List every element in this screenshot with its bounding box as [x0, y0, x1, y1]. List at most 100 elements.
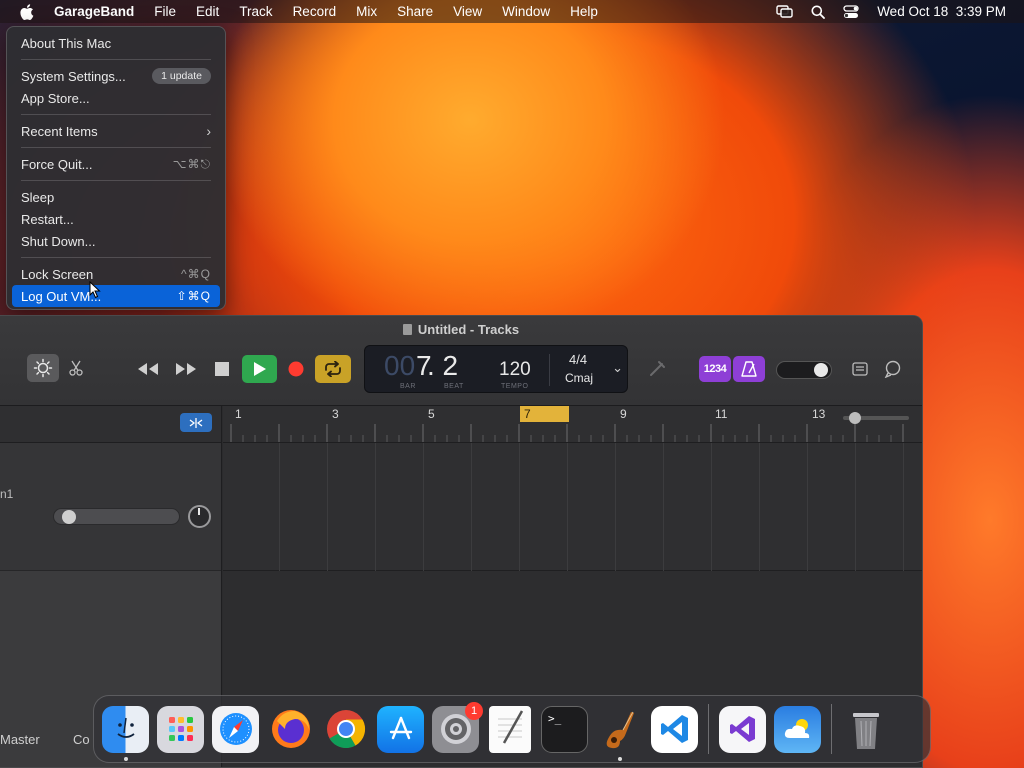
play-button[interactable]	[242, 355, 277, 383]
dock-weather-icon[interactable]	[774, 705, 821, 753]
track-header-toolbar	[0, 406, 221, 443]
bar-gridline	[759, 443, 760, 571]
menu-file[interactable]: File	[144, 0, 186, 23]
bar-gridline	[567, 443, 568, 571]
zoom-slider-knob[interactable]	[849, 412, 861, 424]
metronome-button[interactable]	[733, 356, 765, 382]
menu-item-system-settings[interactable]: System Settings... 1 update	[12, 65, 220, 87]
spotlight-search-icon[interactable]	[811, 5, 826, 19]
menu-item-recent-items[interactable]: Recent Items ›	[12, 120, 220, 142]
rewind-button[interactable]	[134, 357, 162, 381]
timeline-ruler[interactable]: 1 3 5 7 9 11 13	[223, 406, 922, 443]
bar-gridline	[279, 443, 280, 571]
menu-record[interactable]: Record	[283, 0, 347, 23]
stop-button[interactable]	[210, 357, 234, 381]
dock-textedit-icon[interactable]	[489, 705, 531, 753]
smart-controls-button[interactable]	[27, 354, 59, 382]
track-volume-slider[interactable]	[53, 508, 180, 525]
menu-item-label: About This Mac	[21, 35, 112, 51]
bar-gridline	[327, 443, 328, 571]
menu-mix[interactable]: Mix	[346, 0, 387, 23]
dock-separator	[708, 704, 709, 754]
menu-separator	[21, 114, 211, 115]
lcd-time-signature: 4/4	[569, 352, 588, 367]
master-volume-knob[interactable]	[814, 363, 828, 377]
screen-mirroring-icon[interactable]	[776, 5, 793, 18]
ruler-mark: 7	[524, 407, 531, 421]
dock-garageband-icon[interactable]	[596, 706, 643, 761]
lcd-bar-label: BAR	[400, 383, 416, 390]
stop-icon	[215, 362, 229, 376]
track-header-row[interactable]: n1	[0, 443, 221, 571]
menu-item-about-this-mac[interactable]: About This Mac	[12, 32, 220, 54]
scissors-button[interactable]	[64, 356, 88, 380]
metronome-icon	[741, 361, 757, 377]
dock-terminal-icon[interactable]: >_	[541, 705, 588, 753]
menu-separator	[21, 59, 211, 60]
dock-visual-studio-icon[interactable]	[719, 705, 766, 753]
menu-item-lock-screen[interactable]: Lock Screen ^⌘Q	[12, 263, 220, 285]
menu-item-label: Recent Items	[21, 123, 98, 139]
menu-item-label: Sleep	[21, 189, 55, 205]
dock-safari-icon[interactable]	[212, 705, 259, 753]
track-volume-knob[interactable]	[62, 510, 76, 524]
bar-gridline	[615, 443, 616, 571]
apple-menu-icon[interactable]	[18, 3, 36, 21]
record-icon	[288, 361, 304, 377]
track-pan-knob[interactable]	[188, 505, 211, 528]
dock-app-store-icon[interactable]	[377, 705, 424, 753]
control-center-icon[interactable]	[843, 4, 859, 19]
count-in-button[interactable]: 1234	[699, 356, 731, 382]
bar-gridline	[855, 443, 856, 571]
dock-trash-icon[interactable]	[842, 706, 889, 753]
ruler-mark: 9	[620, 407, 627, 421]
fast-forward-button[interactable]	[172, 357, 200, 381]
track-lane[interactable]	[223, 443, 922, 571]
master-volume-slider[interactable]	[776, 361, 832, 379]
menu-clock[interactable]: Wed Oct 18 3:39 PM	[877, 4, 1006, 19]
menu-bar: GarageBand File Edit Track Record Mix Sh…	[0, 0, 1024, 23]
note-pad-button[interactable]	[848, 358, 872, 380]
bar-gridline	[807, 443, 808, 571]
menu-view[interactable]: View	[443, 0, 492, 23]
chevron-down-icon[interactable]: ⌄	[612, 360, 623, 376]
menu-item-label: Force Quit...	[21, 156, 93, 172]
scissors-icon	[69, 360, 83, 376]
tab-master[interactable]: Master	[0, 732, 40, 747]
menu-track[interactable]: Track	[229, 0, 282, 23]
loop-browser-button[interactable]	[881, 358, 905, 380]
menu-item-log-out[interactable]: Log Out VM... ⇧⌘Q	[12, 285, 220, 307]
dock-vscode-icon[interactable]	[651, 705, 698, 753]
lcd-bar-leading-zeros: 00	[384, 350, 416, 381]
cycle-button[interactable]	[315, 355, 351, 383]
menu-edit[interactable]: Edit	[186, 0, 229, 23]
menu-app-name[interactable]: GarageBand	[52, 0, 144, 23]
menu-item-app-store[interactable]: App Store...	[12, 87, 220, 109]
catch-playhead-button[interactable]	[180, 413, 212, 432]
tab-controls-partial[interactable]: Co	[73, 732, 90, 747]
menu-item-label: Shut Down...	[21, 233, 96, 249]
record-button[interactable]	[283, 357, 309, 381]
menu-item-sleep[interactable]: Sleep	[12, 186, 220, 208]
dock-chrome-icon[interactable]	[322, 706, 369, 753]
menu-item-label: Lock Screen	[21, 266, 94, 282]
running-indicator	[617, 756, 622, 761]
menu-window[interactable]: Window	[492, 0, 560, 23]
menu-item-force-quit[interactable]: Force Quit... ⌥⌘⎋	[12, 153, 220, 175]
dock-finder-icon[interactable]	[102, 705, 149, 761]
menu-item-restart[interactable]: Restart...	[12, 208, 220, 230]
window-title: Untitled - Tracks	[0, 322, 922, 337]
menu-help[interactable]: Help	[560, 0, 608, 23]
dock: 1 >_	[93, 695, 931, 763]
lcd-divider	[549, 354, 550, 386]
ruler-mark: 11	[715, 407, 728, 421]
tuner-icon	[650, 361, 665, 376]
tuner-button[interactable]	[645, 358, 669, 380]
lcd-display[interactable]: 00 7 . 2 BAR BEAT 120 TEMPO 4/4 Cmaj ⌄	[364, 345, 628, 393]
menu-share[interactable]: Share	[387, 0, 443, 23]
zoom-slider[interactable]	[843, 412, 909, 424]
dock-firefox-icon[interactable]	[267, 706, 314, 753]
dock-launchpad-icon[interactable]	[157, 705, 204, 753]
dock-system-settings-icon[interactable]: 1	[432, 701, 483, 753]
menu-item-shut-down[interactable]: Shut Down...	[12, 230, 220, 252]
